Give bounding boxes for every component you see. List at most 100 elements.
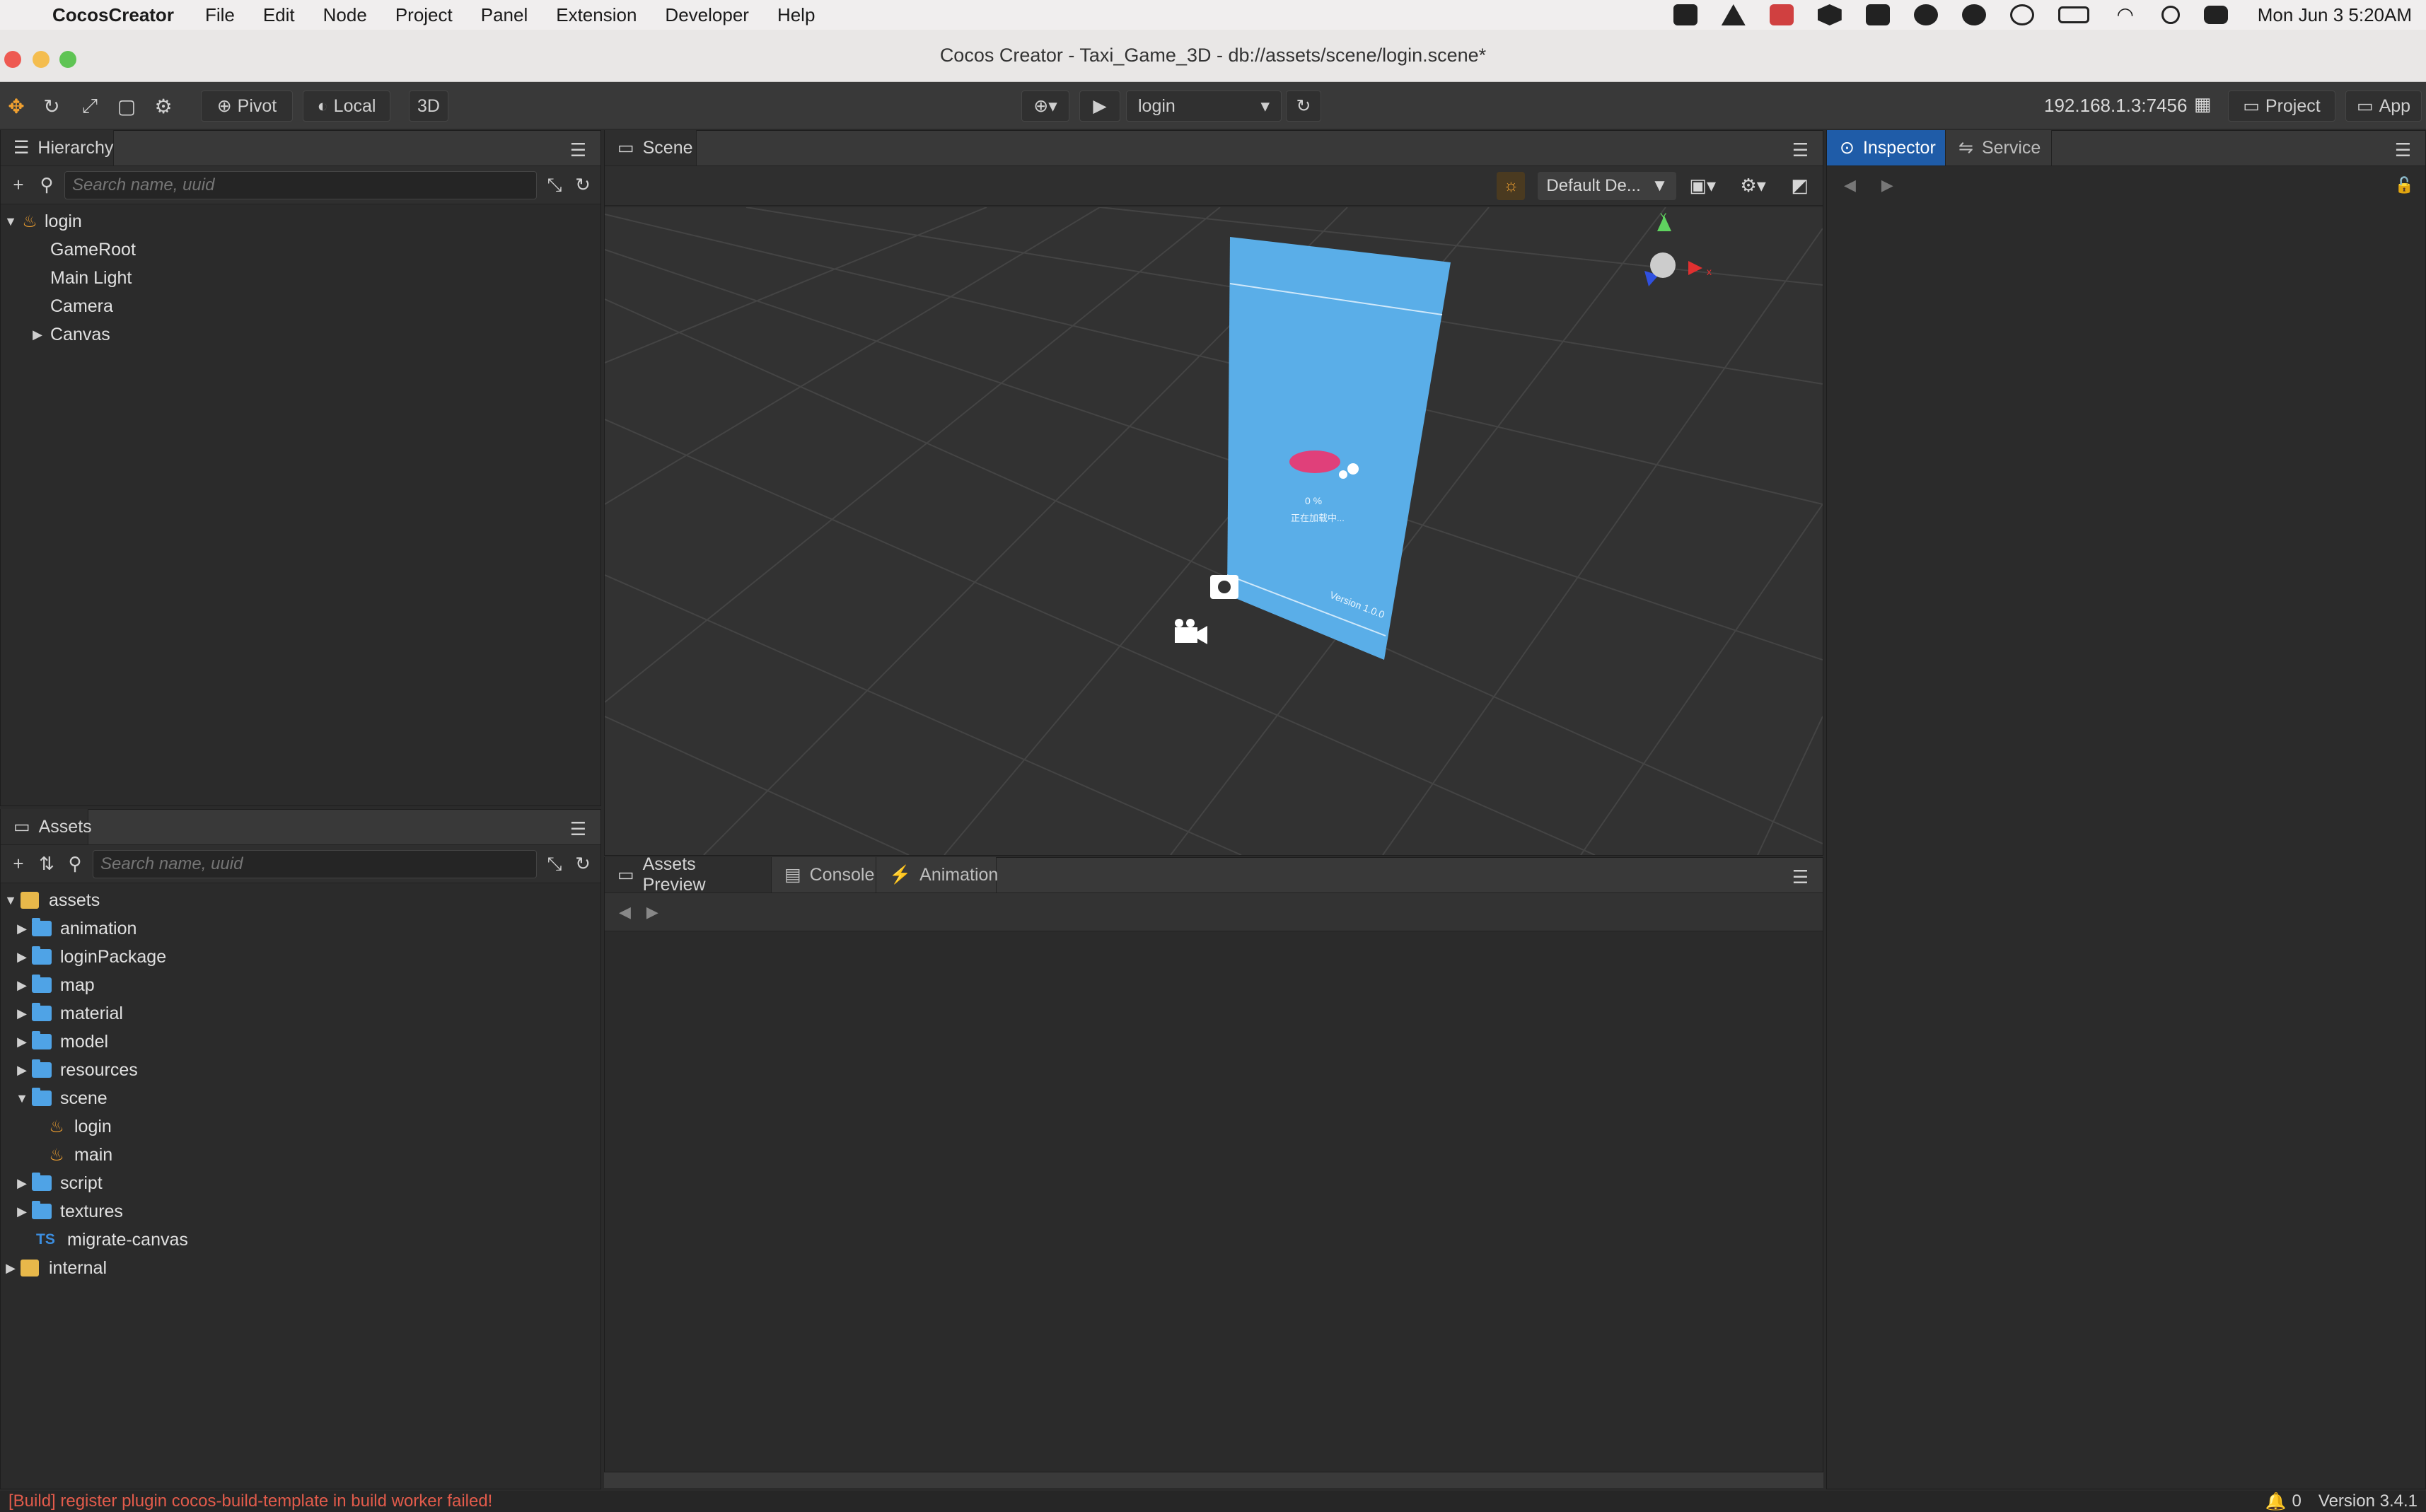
asset-folder-script[interactable]: ▶ script	[1, 1169, 600, 1197]
tab-animation[interactable]: ⚡ Animation	[876, 857, 998, 892]
refresh-preview-button[interactable]: ↻	[1286, 91, 1321, 122]
status-error[interactable]: [Build] register plugin cocos-build-temp…	[8, 1491, 2265, 1511]
tab-service[interactable]: ⇋ Service	[1946, 130, 2052, 165]
camera-gizmo-icon[interactable]	[1175, 619, 1207, 644]
tab-assets-preview[interactable]: ▭ Assets Preview	[605, 854, 772, 895]
lighting-icon[interactable]: ☼	[1497, 171, 1526, 200]
search-filter-icon[interactable]: ⚲	[36, 174, 57, 196]
expand-arrow-icon[interactable]: ▶	[1, 1261, 21, 1276]
collapse-all-icon[interactable]: ⤡	[544, 853, 565, 876]
menu-panel[interactable]: Panel	[481, 4, 528, 26]
tab-inspector[interactable]: ⊙ Inspector	[1827, 130, 1946, 165]
wifi-icon[interactable]: ◠	[2113, 4, 2137, 25]
expand-arrow-icon[interactable]: ▼	[12, 1091, 32, 1106]
creative-cloud-icon[interactable]	[1961, 4, 1986, 25]
scene-menu-icon[interactable]: ☰	[1792, 139, 1809, 161]
asset-folder-textures[interactable]: ▶ textures	[1, 1197, 600, 1226]
asset-db-assets[interactable]: ▼ assets	[1, 886, 600, 914]
menu-extension[interactable]: Extension	[556, 4, 637, 26]
asset-ts-migrate-canvas[interactable]: TS migrate-canvas	[1, 1226, 600, 1254]
hierarchy-menu-icon[interactable]: ☰	[570, 139, 586, 161]
search-filter-icon[interactable]: ⚲	[64, 853, 86, 875]
close-window-button[interactable]	[4, 51, 21, 68]
expand-arrow-icon[interactable]: ▶	[12, 950, 32, 965]
rect-tool-icon[interactable]: ▢	[112, 91, 141, 122]
local-toggle[interactable]: ◐ Local	[303, 91, 390, 122]
asset-folder-map[interactable]: ▶ map	[1, 971, 600, 999]
transfer-icon[interactable]	[1769, 4, 1794, 25]
asset-folder-resources[interactable]: ▶ resources	[1, 1056, 600, 1084]
bell-icon[interactable]: 🔔	[2265, 1491, 2287, 1512]
qr-code-icon[interactable]: ▦	[2194, 93, 2212, 115]
asset-scene-main[interactable]: ♨ main	[1, 1141, 600, 1169]
tab-assets[interactable]: ▭ Assets	[1, 809, 92, 844]
tab-scene[interactable]: ▭ Scene	[605, 130, 697, 165]
assets-search-input[interactable]	[93, 849, 537, 878]
transform-settings-icon[interactable]: ⚙	[149, 91, 178, 122]
forward-arrow-icon[interactable]: ▶	[646, 903, 658, 921]
assets-menu-icon[interactable]: ☰	[570, 818, 586, 840]
battery-icon[interactable]	[2058, 6, 2089, 23]
expand-arrow-icon[interactable]: ▶	[12, 1006, 32, 1021]
tree-node-canvas[interactable]: ▶ Canvas	[1, 320, 600, 349]
bottom-menu-icon[interactable]: ☰	[1792, 866, 1809, 888]
lock-icon[interactable]: 🔓	[2395, 176, 2414, 194]
preview-ip[interactable]: 192.168.1.3:7456	[2044, 95, 2187, 117]
move-tool-icon[interactable]: ✥	[1, 91, 31, 122]
sort-icon[interactable]: ⇅	[36, 853, 57, 875]
refresh-assets-icon[interactable]: ↻	[572, 853, 593, 875]
expand-arrow-icon[interactable]: ▶	[12, 921, 32, 936]
expand-arrow-icon[interactable]: ▶	[25, 327, 50, 342]
layout-toggle-icon[interactable]: ◩	[1791, 175, 1809, 197]
minimize-window-button[interactable]	[33, 51, 50, 68]
open-app-button[interactable]: ▭ App	[2345, 91, 2422, 122]
tree-node-login[interactable]: ▼ ♨ login	[1, 207, 600, 235]
bottom-scrollbar[interactable]	[604, 1472, 1823, 1488]
refresh-hierarchy-icon[interactable]: ↻	[572, 174, 593, 196]
rotate-tool-icon[interactable]: ↻	[37, 91, 66, 122]
asset-scene-login[interactable]: ♨ login	[1, 1112, 600, 1141]
asset-folder-animation[interactable]: ▶ animation	[1, 914, 600, 943]
back-arrow-icon[interactable]: ◀	[619, 903, 631, 921]
render-mode-dropdown[interactable]: Default De... ▼	[1538, 171, 1677, 200]
drive-icon[interactable]	[1673, 4, 1697, 25]
expand-arrow-icon[interactable]: ▼	[1, 893, 21, 908]
menu-edit[interactable]: Edit	[263, 4, 295, 26]
expand-arrow-icon[interactable]: ▶	[12, 1035, 32, 1049]
menu-help[interactable]: Help	[777, 4, 815, 26]
tree-node-main-light[interactable]: Main Light	[1, 264, 600, 292]
menu-developer[interactable]: Developer	[665, 4, 749, 26]
inspector-menu-icon[interactable]: ☰	[2395, 139, 2411, 161]
viber-icon[interactable]	[1913, 4, 1938, 25]
asset-folder-model[interactable]: ▶ model	[1, 1028, 600, 1056]
search-icon[interactable]	[2161, 6, 2180, 24]
scene-viewport[interactable]: 0 % 正在加载中... Version 1.0.0 Y x	[605, 207, 1823, 855]
asset-folder-scene[interactable]: ▼ scene	[1, 1084, 600, 1112]
forward-arrow-icon[interactable]: ▶	[1881, 176, 1893, 194]
expand-arrow-icon[interactable]: ▶	[12, 1204, 32, 1219]
expand-arrow-icon[interactable]: ▼	[1, 214, 21, 229]
play-button[interactable]: ▶	[1079, 91, 1120, 122]
asset-folder-material[interactable]: ▶ material	[1, 999, 600, 1028]
tab-hierarchy[interactable]: ☰ Hierarchy	[1, 130, 114, 165]
play-icon[interactable]	[2009, 4, 2034, 25]
menu-project[interactable]: Project	[395, 4, 453, 26]
unity-icon[interactable]	[1817, 4, 1842, 25]
menubar-clock[interactable]: Mon Jun 3 5:20AM	[2258, 4, 2412, 26]
mode-3d-toggle[interactable]: 3D	[409, 91, 448, 122]
tree-node-gameroot[interactable]: GameRoot	[1, 235, 600, 264]
tree-node-camera[interactable]: Camera	[1, 292, 600, 320]
back-arrow-icon[interactable]: ◀	[1844, 176, 1856, 194]
camera-options-icon[interactable]: ▣▾	[1689, 175, 1727, 197]
add-asset-icon[interactable]: +	[8, 853, 29, 875]
check-icon[interactable]	[1865, 4, 1890, 25]
pivot-toggle[interactable]: ⊕ Pivot	[201, 91, 293, 122]
open-project-button[interactable]: ▭ Project	[2228, 91, 2335, 122]
expand-arrow-icon[interactable]: ▶	[12, 1176, 32, 1191]
scene-select[interactable]: login ▾	[1126, 91, 1282, 122]
hierarchy-search-input[interactable]	[64, 170, 537, 199]
control-center-icon[interactable]	[2203, 6, 2228, 24]
light-gizmo-icon[interactable]	[1210, 575, 1238, 599]
menu-file[interactable]: File	[205, 4, 235, 26]
asset-folder-loginpackage[interactable]: ▶ loginPackage	[1, 943, 600, 971]
